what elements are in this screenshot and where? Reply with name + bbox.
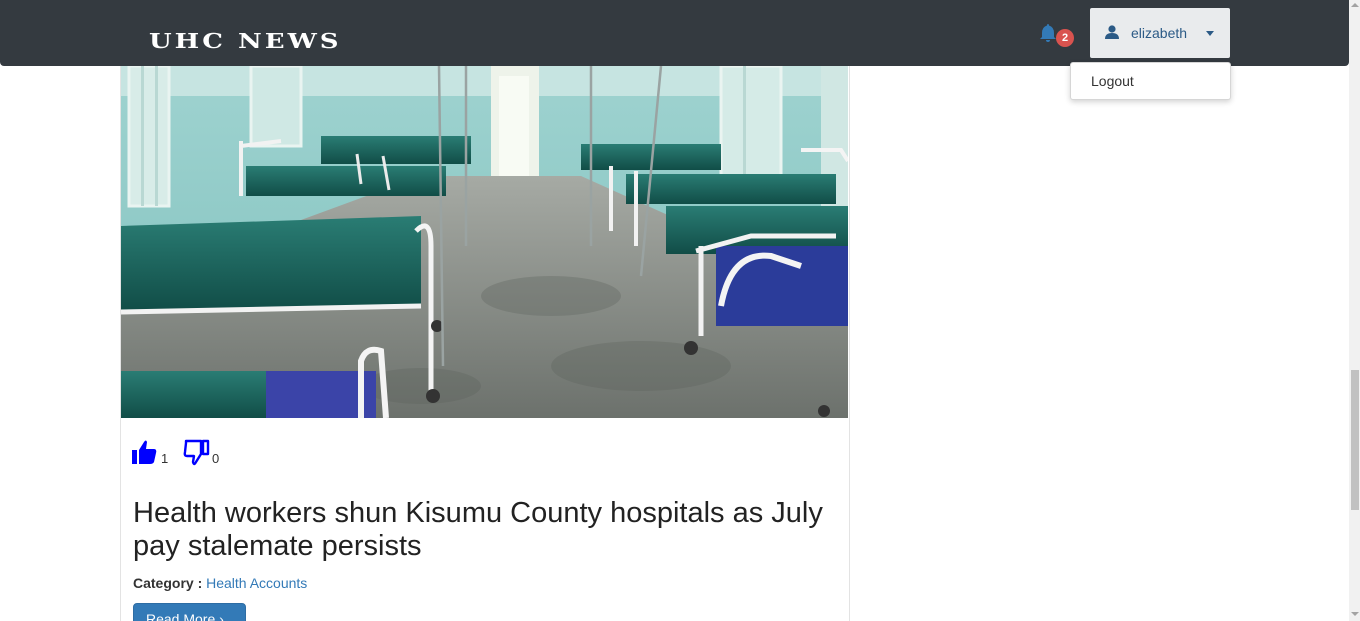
read-more-button[interactable]: Read More › [133, 603, 246, 621]
scrollbar-thumb[interactable] [1351, 370, 1359, 510]
scroll-down-icon[interactable] [1351, 612, 1359, 616]
user-dropdown-menu: Logout [1070, 62, 1231, 100]
dislike-count: 0 [212, 451, 220, 466]
like-count: 1 [161, 451, 169, 466]
notification-count-badge: 2 [1056, 29, 1074, 47]
top-navbar: UHC NEWS 2 elizabeth [0, 0, 1349, 66]
user-icon [1105, 25, 1119, 39]
user-name: elizabeth [1131, 25, 1188, 41]
logout-menu-item[interactable]: Logout [1091, 73, 1134, 89]
chevron-down-icon [1206, 31, 1214, 36]
post-title[interactable]: Health workers shun Kisumu County hospit… [133, 497, 823, 563]
post-category: Category : Health Accounts [133, 575, 307, 591]
page: 1 0 Health workers shun Kisumu County ho… [0, 0, 1360, 621]
user-menu-toggle[interactable]: elizabeth [1090, 8, 1230, 58]
thumbs-up-icon [132, 440, 157, 464]
like-button[interactable]: 1 [130, 439, 168, 470]
notifications-button[interactable]: 2 [1037, 22, 1077, 48]
brand-logo[interactable]: UHC NEWS [149, 30, 342, 53]
category-label: Category : [133, 575, 203, 591]
scroll-up-icon[interactable] [1351, 3, 1359, 7]
category-link[interactable]: Health Accounts [206, 575, 307, 591]
thumbs-down-icon [183, 439, 210, 466]
page-scrollbar[interactable] [1349, 0, 1360, 621]
bell-icon [1040, 24, 1056, 42]
dislike-button[interactable]: 0 [183, 439, 219, 472]
post-image[interactable] [121, 66, 848, 418]
